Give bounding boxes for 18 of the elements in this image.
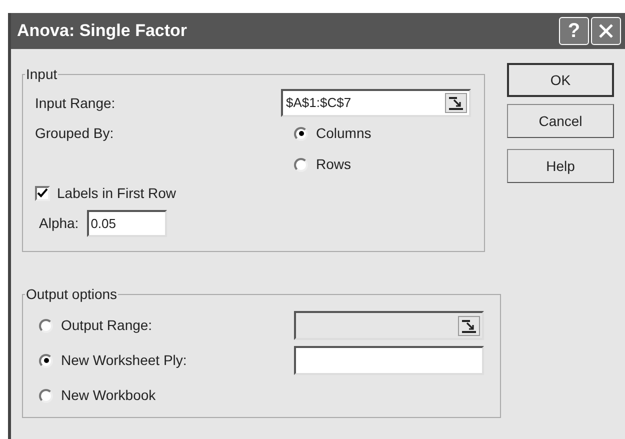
input-range-field[interactable]: $A$1:$C$7	[281, 89, 471, 117]
radio-label: Rows	[316, 155, 352, 174]
group-legend: Output options	[25, 284, 118, 305]
field-label: Input Range:	[35, 94, 116, 113]
alpha-field[interactable]: 0.05	[86, 210, 167, 237]
checkbox-label: Labels in First Row	[57, 184, 176, 203]
field-label: Grouped By:	[35, 124, 115, 143]
dialog-button[interactable]: OK	[507, 63, 614, 97]
radio-label: New Worksheet Ply:	[61, 351, 187, 370]
radio-label: Columns	[316, 124, 372, 143]
radio-label: Output Range:	[61, 316, 152, 335]
field-label: Alpha:	[39, 214, 79, 233]
radio-label: New Workbook	[61, 386, 156, 405]
dialog-button[interactable]: Help	[507, 149, 614, 183]
group-legend: Input	[25, 64, 58, 85]
window-title: Anova: Single Factor	[17, 20, 188, 42]
dialog-button[interactable]: Cancel	[507, 104, 614, 138]
help-button[interactable]: ?	[559, 17, 589, 45]
